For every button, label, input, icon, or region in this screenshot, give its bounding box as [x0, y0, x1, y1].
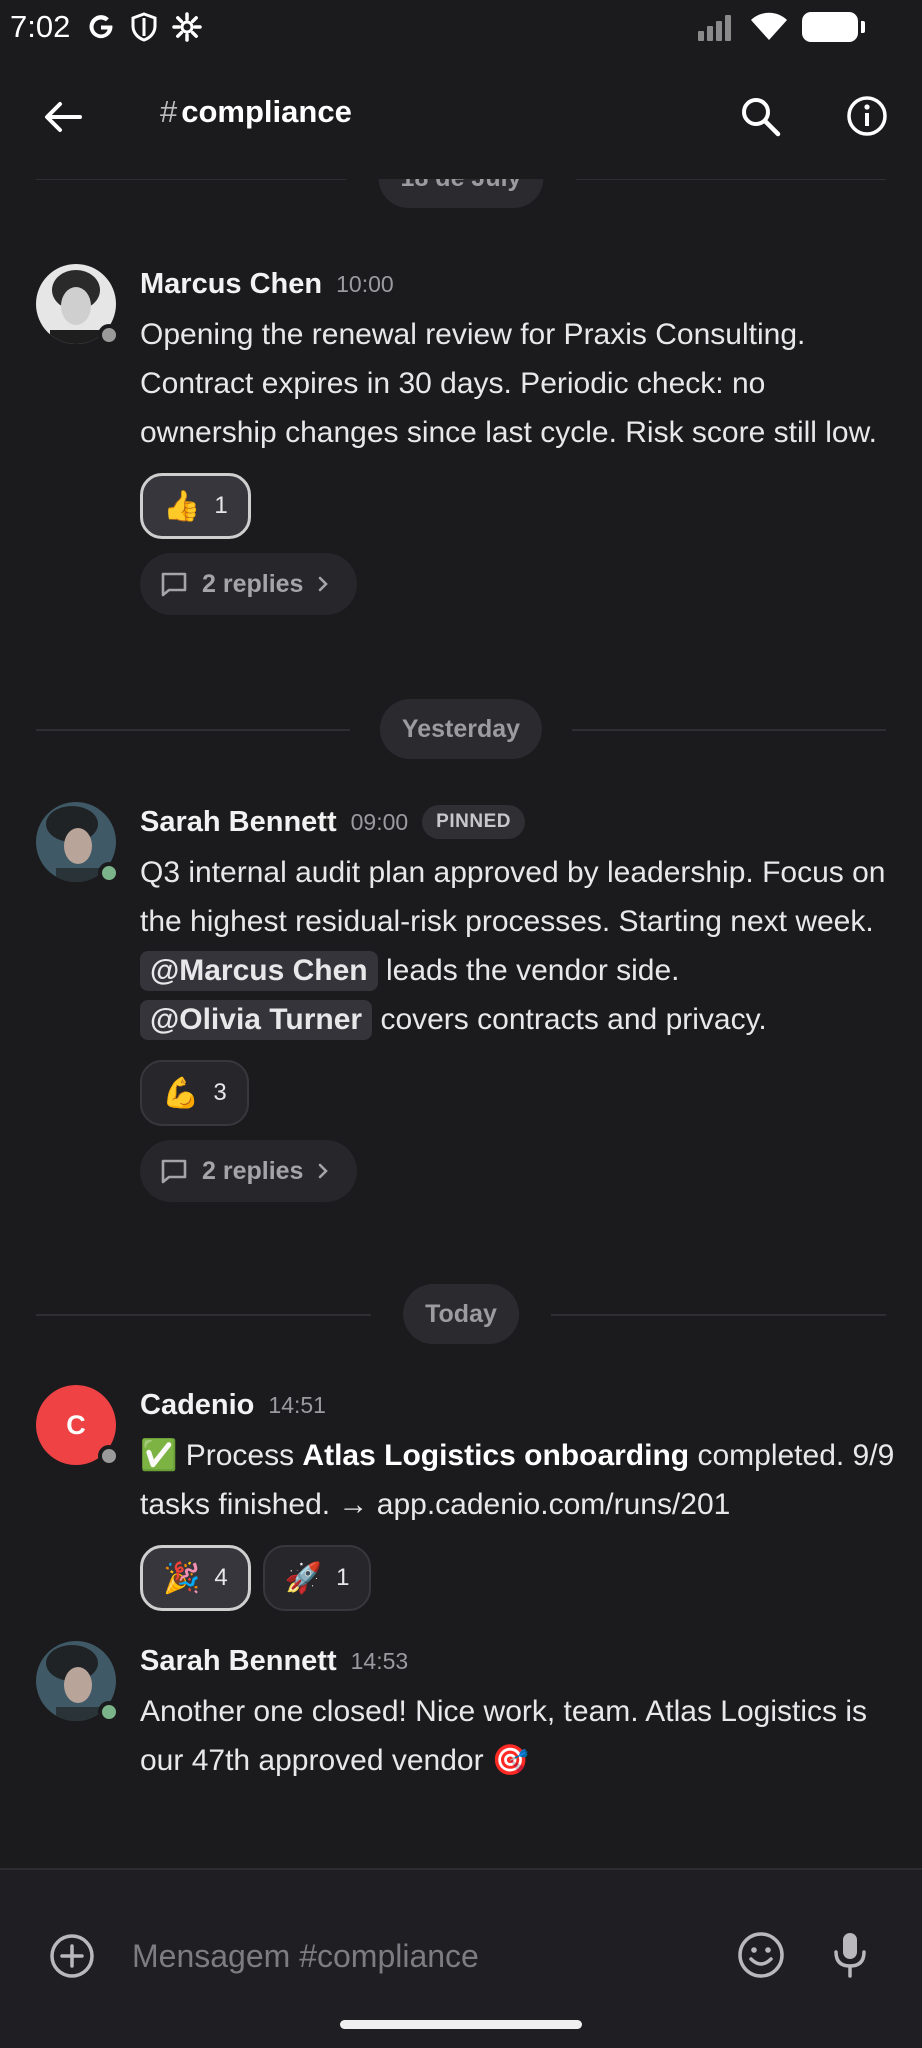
- replies-label: 2 replies: [202, 1156, 304, 1185]
- reaction-count: 1: [214, 492, 228, 519]
- message-text: Another one closed! Nice work, team. Atl…: [140, 1695, 868, 1777]
- message-time: 09:00: [350, 808, 409, 835]
- status-icons-right: [696, 12, 865, 42]
- chevron-right-icon: [319, 576, 329, 592]
- message-list[interactable]: 18 de July Marcus Chen 10:00 Opening the…: [0, 179, 922, 1869]
- avatar[interactable]: [36, 1641, 120, 1725]
- status-icons-left: [86, 12, 202, 42]
- message-time: 10:00: [336, 270, 394, 297]
- message-text-line: Q3 internal audit plan approved by leade…: [140, 856, 886, 938]
- date-divider: 18 de July: [36, 179, 886, 208]
- message-text: ✅ Process Atlas Logistics onboarding com…: [140, 1431, 910, 1529]
- settings-gear-icon: [172, 12, 202, 42]
- reaction-emoji: 🎉: [163, 1561, 201, 1595]
- date-divider: Yesterday: [36, 699, 886, 759]
- plus-circle-icon[interactable]: [48, 1932, 96, 1980]
- reaction-chip[interactable]: 🎉 4: [140, 1545, 251, 1611]
- reaction-emoji: 💪: [162, 1076, 200, 1110]
- reaction-count: 4: [214, 1564, 228, 1591]
- chevron-right-icon: [319, 1163, 329, 1179]
- avatar[interactable]: C: [36, 1385, 120, 1469]
- status-time: 7:02: [10, 9, 71, 44]
- date-divider-label: Today: [403, 1284, 519, 1344]
- message-text: Q3 internal audit plan approved by leade…: [140, 848, 910, 1044]
- message-time: 14:53: [350, 1647, 409, 1674]
- date-divider: Today: [36, 1284, 886, 1344]
- channel-title[interactable]: # compliance: [160, 94, 352, 130]
- battery-icon: [802, 12, 865, 42]
- emoji-icon[interactable]: [736, 1930, 786, 1980]
- presence-indicator: [98, 324, 120, 346]
- reaction-count: 3: [213, 1079, 227, 1106]
- message-author[interactable]: Sarah Bennett: [140, 1645, 337, 1678]
- reaction-chip[interactable]: 🚀 1: [262, 1545, 372, 1611]
- info-icon[interactable]: [845, 94, 889, 138]
- presence-indicator: [98, 862, 120, 884]
- wifi-icon: [751, 12, 787, 41]
- presence-indicator: [98, 1701, 120, 1723]
- message-text-bold: Atlas Logistics onboarding: [302, 1439, 690, 1472]
- date-divider-label: 18 de July: [378, 179, 544, 208]
- message-author[interactable]: Marcus Chen: [140, 268, 322, 301]
- user-mention[interactable]: @Olivia Turner: [140, 1000, 373, 1040]
- signal-icon: [698, 15, 731, 41]
- channel-hash: #: [160, 94, 178, 129]
- comment-icon: [161, 1159, 187, 1184]
- google-icon: [89, 15, 113, 39]
- check-icon: ✅: [140, 1439, 178, 1472]
- thread-replies-button[interactable]: 2 replies: [140, 553, 358, 615]
- reaction-emoji: 🚀: [284, 1561, 323, 1595]
- search-icon[interactable]: [738, 94, 782, 138]
- date-divider-label: Yesterday: [379, 699, 543, 759]
- reactions: 🎉 4 🚀 1: [140, 1545, 910, 1611]
- message-author[interactable]: Cadenio: [140, 1389, 254, 1422]
- message-input[interactable]: [132, 1926, 692, 1986]
- arrow-left-icon[interactable]: [40, 94, 86, 140]
- status-bar: 7:02: [0, 0, 922, 54]
- reaction-chip[interactable]: 👍 1: [140, 473, 251, 539]
- reactions: 👍 1: [140, 473, 910, 539]
- comment-icon: [161, 572, 187, 597]
- avatar[interactable]: [36, 264, 120, 348]
- reaction-chip[interactable]: 💪 3: [140, 1060, 249, 1126]
- message-text: Opening the renewal review for Praxis Co…: [140, 318, 877, 449]
- message-author[interactable]: Sarah Bennett: [140, 806, 337, 839]
- presence-indicator: [98, 1445, 120, 1467]
- thread-replies-button[interactable]: 2 replies: [140, 1140, 358, 1202]
- shield-icon: [131, 12, 157, 42]
- home-indicator[interactable]: [340, 2020, 582, 2029]
- message-text-pre: Process: [185, 1439, 295, 1472]
- user-mention[interactable]: @Marcus Chen: [140, 951, 378, 991]
- replies-label: 2 replies: [202, 569, 304, 598]
- message-time: 14:51: [268, 1391, 326, 1418]
- message-text-line: leads the vendor side.: [385, 954, 680, 987]
- mic-icon[interactable]: [830, 1930, 870, 1980]
- reaction-count: 1: [336, 1564, 350, 1591]
- message-text-line: covers contracts and privacy.: [380, 1003, 767, 1036]
- reactions: 💪 3: [140, 1060, 910, 1126]
- channel-name: compliance: [181, 94, 352, 129]
- pinned-badge: PINNED: [422, 805, 525, 839]
- app-bar: # compliance: [0, 54, 922, 179]
- reaction-emoji: 👍: [163, 489, 201, 523]
- avatar[interactable]: [36, 802, 120, 886]
- message-composer: [0, 1868, 922, 2048]
